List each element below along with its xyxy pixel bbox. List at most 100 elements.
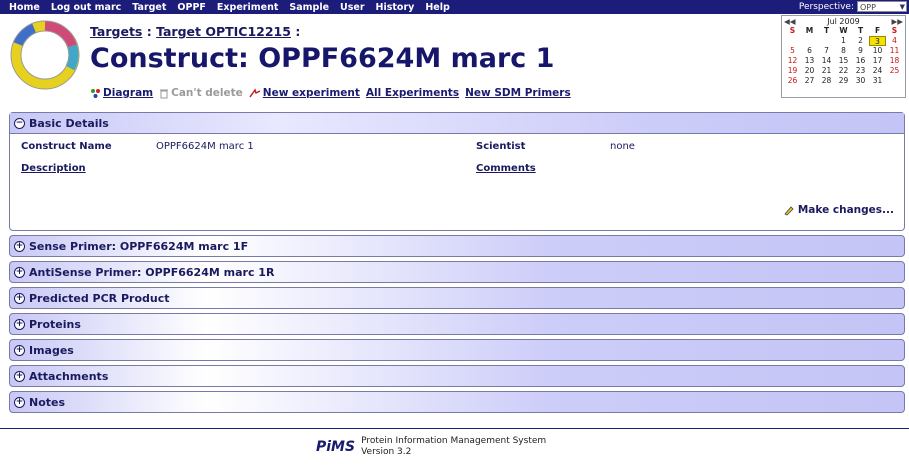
scientist-value: none: [610, 141, 635, 152]
expand-icon[interactable]: +: [14, 240, 25, 252]
attachments-header[interactable]: + Attachments: [10, 366, 904, 386]
diagram-link[interactable]: Diagram: [90, 87, 153, 99]
expand-icon[interactable]: +: [14, 292, 25, 304]
basic-details-panel: − Basic Details Construct Name OPPF6624M…: [9, 112, 905, 231]
calendar-day[interactable]: 6: [801, 46, 818, 56]
scientist-label: Scientist: [476, 141, 526, 152]
pencil-icon: [784, 205, 794, 215]
footer: PiMS Protein Information Management Syst…: [316, 436, 546, 458]
calendar-day[interactable]: 5: [784, 46, 801, 56]
calendar-day[interactable]: 26: [784, 76, 801, 86]
calendar-day[interactable]: 18: [886, 56, 903, 66]
calendar-day-header: T: [823, 26, 830, 35]
images-panel[interactable]: + Images: [9, 339, 905, 361]
main-content: − Basic Details Construct Name OPPF6624M…: [9, 112, 905, 417]
expand-icon[interactable]: +: [14, 266, 25, 278]
perspective-select[interactable]: OPP ▼: [857, 1, 907, 12]
calendar-day[interactable]: 12: [784, 56, 801, 66]
pims-logo: PiMS: [316, 439, 356, 455]
nav-sample[interactable]: Sample: [289, 2, 329, 13]
collapse-icon[interactable]: −: [14, 117, 25, 129]
calendar-day[interactable]: 31: [869, 76, 886, 86]
calendar-day[interactable]: 27: [801, 76, 818, 86]
breadcrumb-targets-link[interactable]: Targets: [90, 24, 142, 39]
calendar-day[interactable]: 28: [818, 76, 835, 86]
calendar-day[interactable]: 11: [886, 46, 903, 56]
calendar-day[interactable]: 7: [818, 46, 835, 56]
predicted-pcr-header[interactable]: + Predicted PCR Product: [10, 288, 904, 308]
proteins-title: Proteins: [29, 317, 81, 331]
attachments-panel[interactable]: + Attachments: [9, 365, 905, 387]
new-sdm-primers-link[interactable]: New SDM Primers: [465, 87, 571, 99]
calendar-day[interactable]: 17: [869, 56, 886, 66]
proteins-header[interactable]: + Proteins: [10, 314, 904, 334]
calendar-empty-cell: [801, 36, 818, 46]
calendar-day[interactable]: 22: [835, 66, 852, 76]
calendar-day[interactable]: 19: [784, 66, 801, 76]
nav-log-out[interactable]: Log out marc: [51, 2, 121, 13]
antisense-primer-title: AntiSense Primer: OPPF6624M marc 1R: [29, 265, 275, 279]
calendar-day[interactable]: 24: [869, 66, 886, 76]
expand-icon[interactable]: +: [14, 370, 25, 382]
basic-details-title: Basic Details: [29, 116, 109, 130]
basic-details-body: Construct Name OPPF6624M marc 1 Scientis…: [10, 134, 904, 230]
footer-text: Protein Information Management System Ve…: [361, 436, 546, 458]
images-header[interactable]: + Images: [10, 340, 904, 360]
expand-icon[interactable]: +: [14, 396, 25, 408]
calendar-day[interactable]: 3: [869, 36, 886, 46]
calendar-title: Jul 2009: [827, 16, 860, 26]
calendar-day-header: T: [857, 26, 864, 35]
sense-primer-panel[interactable]: + Sense Primer: OPPF6624M marc 1F: [9, 235, 905, 257]
footer-system-name: Protein Information Management System: [361, 436, 547, 446]
prev-year-icon[interactable]: ◀◀: [784, 17, 796, 26]
make-changes-label: Make changes...: [797, 204, 894, 216]
calendar-day[interactable]: 23: [852, 66, 869, 76]
expand-icon[interactable]: +: [14, 344, 25, 356]
nav-history[interactable]: History: [376, 2, 415, 13]
perspective-label: Perspective:: [798, 1, 854, 12]
sense-primer-header[interactable]: + Sense Primer: OPPF6624M marc 1F: [10, 236, 904, 256]
basic-details-header[interactable]: − Basic Details: [10, 113, 904, 134]
nav-user[interactable]: User: [340, 2, 365, 13]
notes-panel[interactable]: + Notes: [9, 391, 905, 413]
perspective-value: OPP: [860, 3, 876, 12]
notes-header[interactable]: + Notes: [10, 392, 904, 412]
next-year-icon[interactable]: ▶▶: [891, 17, 903, 26]
calendar-day[interactable]: 10: [869, 46, 886, 56]
chevron-down-icon: ▼: [899, 3, 905, 11]
all-experiments-link[interactable]: All Experiments: [366, 87, 459, 99]
calendar-day[interactable]: 8: [835, 46, 852, 56]
breadcrumb-target-link[interactable]: Target OPTIC12215: [156, 24, 291, 39]
calendar-day[interactable]: 2: [852, 36, 869, 46]
calendar-day[interactable]: 9: [852, 46, 869, 56]
sense-primer-title: Sense Primer: OPPF6624M marc 1F: [29, 239, 249, 253]
breadcrumb: Targets : Target OPTIC12215 :: [90, 24, 300, 39]
nav-target[interactable]: Target: [132, 2, 166, 13]
nav-help[interactable]: Help: [425, 2, 449, 13]
new-experiment-link[interactable]: New experiment: [249, 87, 360, 99]
calendar-day[interactable]: 1: [835, 36, 852, 46]
calendar-header: ◀◀ Jul 2009 ▶▶: [782, 16, 905, 26]
calendar-day[interactable]: 30: [852, 76, 869, 86]
calendar-day[interactable]: 14: [818, 56, 835, 66]
calendar-empty-cell: [886, 76, 903, 86]
nav-oppf[interactable]: OPPF: [177, 2, 206, 13]
make-changes-link[interactable]: Make changes...: [783, 204, 894, 216]
antisense-primer-header[interactable]: + AntiSense Primer: OPPF6624M marc 1R: [10, 262, 904, 282]
breadcrumb-separator: :: [290, 24, 301, 39]
calendar-day[interactable]: 13: [801, 56, 818, 66]
calendar-day[interactable]: 15: [835, 56, 852, 66]
cant-delete-label: Can't delete: [159, 87, 243, 99]
calendar-day[interactable]: 29: [835, 76, 852, 86]
nav-experiment[interactable]: Experiment: [217, 2, 278, 13]
expand-icon[interactable]: +: [14, 318, 25, 330]
antisense-primer-panel[interactable]: + AntiSense Primer: OPPF6624M marc 1R: [9, 261, 905, 283]
calendar-day[interactable]: 16: [852, 56, 869, 66]
calendar-day[interactable]: 21: [818, 66, 835, 76]
proteins-panel[interactable]: + Proteins: [9, 313, 905, 335]
predicted-pcr-panel[interactable]: + Predicted PCR Product: [9, 287, 905, 309]
calendar-day[interactable]: 25: [886, 66, 903, 76]
calendar-day[interactable]: 4: [886, 36, 903, 46]
nav-home[interactable]: Home: [9, 2, 40, 13]
calendar-day[interactable]: 20: [801, 66, 818, 76]
